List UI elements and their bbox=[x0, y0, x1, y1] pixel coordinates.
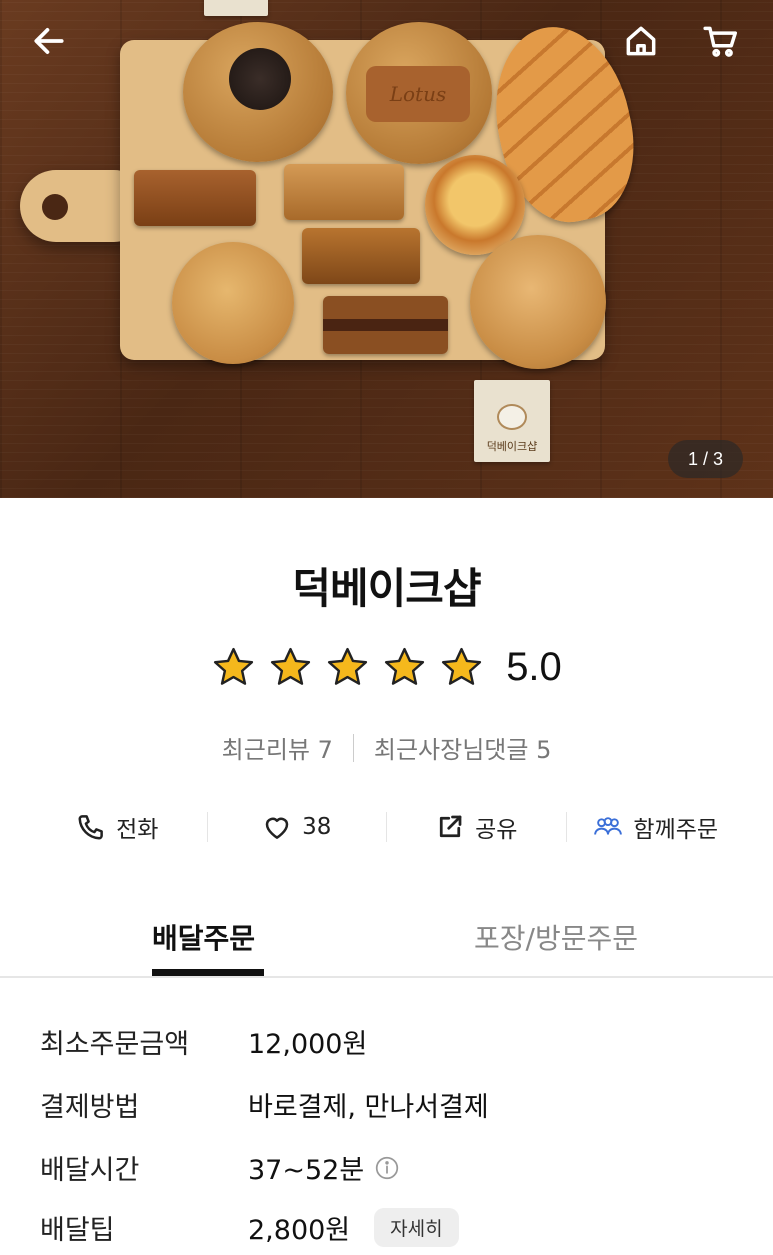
min-order-row: 최소주문금액 12,000원 bbox=[40, 1022, 740, 1061]
cutting-board-hole bbox=[42, 194, 68, 220]
delivery-tip-value: 2,800원 bbox=[248, 1215, 351, 1246]
call-button[interactable]: 전화 bbox=[28, 810, 207, 844]
group-order-button[interactable]: 함께주문 bbox=[567, 810, 746, 844]
share-label: 공유 bbox=[475, 817, 518, 843]
lotus-financier bbox=[134, 170, 256, 226]
cart-button[interactable] bbox=[698, 18, 744, 64]
brand-card-text: 덕베이크샵 bbox=[486, 440, 538, 453]
rating-score: 5.0 bbox=[506, 645, 562, 689]
scone-right bbox=[470, 235, 606, 369]
group-icon bbox=[594, 817, 623, 835]
min-order-label: 최소주문금액 bbox=[40, 1029, 190, 1060]
cart-icon bbox=[703, 26, 737, 57]
active-tab-indicator bbox=[152, 969, 264, 976]
delivery-tip-row: 배달팁 2,800원 자세히 bbox=[40, 1208, 740, 1247]
order-type-tabs: 배달주문 포장/방문주문 bbox=[0, 905, 773, 978]
chocolate-financier bbox=[323, 296, 448, 354]
star-icon bbox=[328, 647, 368, 685]
review-summary: 최근리뷰 7 최근사장님댓글 5 bbox=[0, 730, 773, 765]
phone-icon bbox=[78, 815, 103, 840]
recent-reviews-link[interactable]: 최근리뷰 7 bbox=[222, 730, 333, 765]
lotus-biscuit: Lotus bbox=[366, 66, 470, 122]
info-icon[interactable] bbox=[374, 1155, 400, 1181]
payment-label: 결제방법 bbox=[40, 1092, 140, 1123]
delivery-time-value-wrap: 37~52분 bbox=[248, 1148, 400, 1187]
min-order-value: 12,000원 bbox=[248, 1029, 368, 1060]
delivery-time-row: 배달시간 37~52분 bbox=[40, 1148, 740, 1187]
store-action-bar: 전화 38 공유 함께주문 bbox=[28, 803, 745, 851]
group-order-label: 함께주문 bbox=[633, 817, 719, 843]
crumble-bar bbox=[284, 164, 404, 220]
store-hero-image[interactable]: Lotus 덕베이크샵 1 / 3 bbox=[0, 0, 773, 498]
home-icon bbox=[626, 26, 656, 56]
star-icon bbox=[442, 647, 482, 685]
arrow-left-icon bbox=[34, 28, 64, 54]
tab-delivery-order[interactable]: 배달주문 bbox=[152, 917, 255, 957]
delivery-tip-label: 배달팁 bbox=[40, 1215, 115, 1246]
share-button[interactable]: 공유 bbox=[387, 810, 566, 844]
tab-pickup-order[interactable]: 포장/방문주문 bbox=[474, 917, 638, 957]
lotus-cookie: Lotus bbox=[346, 22, 492, 164]
like-button[interactable]: 38 bbox=[208, 812, 387, 842]
brand-card: 덕베이크샵 bbox=[474, 380, 550, 462]
store-name: 덕베이크샵 bbox=[292, 564, 481, 613]
financier bbox=[302, 228, 420, 284]
like-count: 38 bbox=[302, 814, 332, 840]
star-icon bbox=[271, 647, 311, 685]
rating-row: 5.0 bbox=[0, 645, 773, 690]
delivery-time-value: 37~52분 bbox=[248, 1155, 365, 1186]
star-icon bbox=[385, 647, 425, 685]
payment-row: 결제방법 바로결제, 만나서결제 bbox=[40, 1085, 740, 1124]
payment-value: 바로결제, 만나서결제 bbox=[248, 1092, 489, 1123]
oreo-biscuit bbox=[229, 48, 291, 110]
lotus-logo-text: Lotus bbox=[389, 82, 447, 106]
divider bbox=[352, 733, 354, 762]
back-button[interactable] bbox=[26, 18, 72, 64]
star-icon bbox=[214, 647, 254, 685]
brand-card-top bbox=[204, 0, 268, 16]
scone-left bbox=[172, 242, 294, 364]
image-page-indicator: 1 / 3 bbox=[667, 440, 743, 478]
share-icon bbox=[439, 815, 462, 838]
home-button[interactable] bbox=[618, 18, 664, 64]
heart-icon bbox=[265, 817, 289, 839]
delivery-tip-value-wrap: 2,800원 자세히 bbox=[248, 1208, 459, 1247]
delivery-tip-detail-button[interactable]: 자세히 bbox=[374, 1208, 459, 1247]
duck-logo-icon bbox=[497, 404, 527, 430]
recent-owner-replies-link[interactable]: 최근사장님댓글 5 bbox=[374, 730, 551, 765]
call-label: 전화 bbox=[116, 817, 159, 843]
oreo-cookie bbox=[183, 22, 333, 162]
delivery-time-label: 배달시간 bbox=[40, 1155, 140, 1186]
